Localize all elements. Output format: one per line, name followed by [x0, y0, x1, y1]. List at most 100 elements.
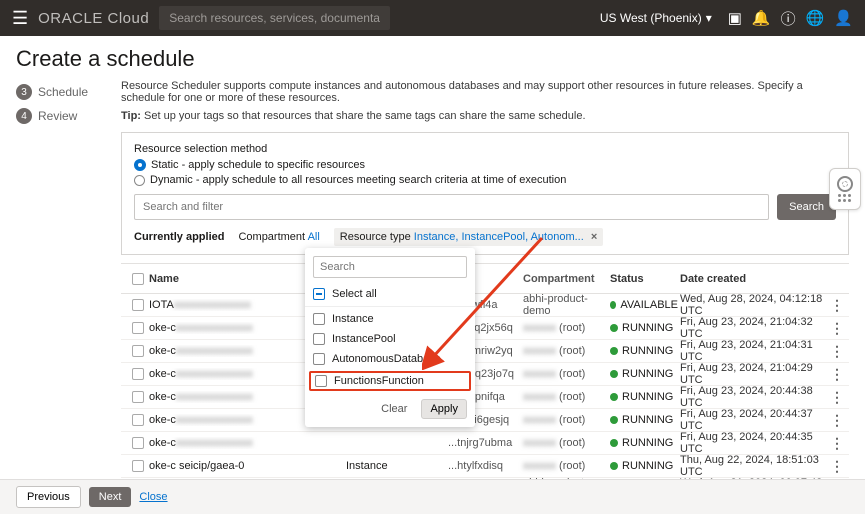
cell-ocid: ...tnjrg7ubma — [448, 437, 521, 449]
checkbox-icon — [315, 375, 327, 387]
row-checkbox[interactable] — [132, 322, 144, 334]
cell-compartment: xxxxxx (root) — [523, 414, 608, 426]
cell-date: Wed, Aug 28, 2024, 04:12:18 UTC — [680, 293, 828, 317]
region-selector[interactable]: US West (Phoenix) ▾ — [600, 11, 712, 25]
profile-icon[interactable]: 👤 — [834, 9, 853, 27]
chips-label: Currently applied — [134, 231, 224, 243]
next-button[interactable]: Next — [89, 487, 132, 507]
select-all-checkbox[interactable] — [132, 273, 144, 285]
previous-button[interactable]: Previous — [16, 486, 81, 508]
intro-text: Resource Scheduler supports compute inst… — [121, 80, 849, 104]
row-checkbox[interactable] — [132, 345, 144, 357]
cell-compartment: xxxxxx (root) — [523, 437, 608, 449]
row-checkbox[interactable] — [132, 414, 144, 426]
cell-name: oke-c seicip/gaea-0 — [149, 460, 344, 472]
option-autonomousdatabase[interactable]: AutonomousDatabase — [305, 349, 475, 369]
radio-icon — [134, 175, 145, 186]
global-header: ☰ ORACLE Cloud US West (Phoenix) ▾ ▣ 🔔 ⓘ… — [0, 0, 865, 36]
chip-resource-type[interactable]: Resource type Instance, InstancePool, Au… — [334, 228, 604, 246]
cell-ocid: ...htylfxdisq — [448, 460, 521, 472]
option-functionsfunction[interactable]: FunctionsFunction — [309, 371, 471, 391]
checkbox-icon — [313, 353, 325, 365]
row-menu-icon[interactable]: ⋮ — [830, 459, 840, 473]
menu-icon[interactable]: ☰ — [12, 8, 28, 29]
page-title: Create a schedule — [0, 36, 865, 80]
filter-input[interactable] — [134, 194, 769, 220]
cell-status: RUNNING — [610, 368, 678, 380]
help-icon[interactable]: ⓘ — [781, 8, 796, 29]
cell-date: Fri, Aug 23, 2024, 21:04:29 UTC — [680, 362, 828, 386]
dropdown-search-input[interactable] — [313, 256, 467, 278]
globe-icon[interactable]: 🌐 — [806, 9, 825, 27]
col-compartment[interactable]: Compartment — [523, 273, 608, 285]
col-date[interactable]: Date created — [680, 273, 828, 285]
cell-compartment: xxxxxx (root) — [523, 368, 608, 380]
table-row[interactable]: oke-c seicip/gaea-0Instance...htylfxdisq… — [121, 455, 849, 478]
radio-dynamic[interactable]: Dynamic - apply schedule to all resource… — [134, 174, 836, 186]
cell-status: RUNNING — [610, 345, 678, 357]
row-menu-icon[interactable]: ⋮ — [830, 344, 840, 358]
tip-text: Tip: Set up your tags so that resources … — [121, 110, 849, 122]
status-dot — [610, 370, 618, 378]
cell-status: RUNNING — [610, 437, 678, 449]
table-row[interactable]: oke-cxxxxxxxxxxxxxx...gk7q23jo7qxxxxxx (… — [121, 363, 849, 386]
cell-compartment: xxxxxx (root) — [523, 322, 608, 334]
cell-compartment: xxxxxx (root) — [523, 460, 608, 472]
checkbox-icon — [313, 288, 325, 300]
row-checkbox[interactable] — [132, 437, 144, 449]
checkbox-icon — [313, 313, 325, 325]
row-menu-icon[interactable]: ⋮ — [830, 436, 840, 450]
support-widget[interactable] — [829, 168, 861, 210]
status-dot — [610, 301, 616, 309]
cell-date: Thu, Aug 22, 2024, 18:51:03 UTC — [680, 454, 828, 478]
row-menu-icon[interactable]: ⋮ — [830, 321, 840, 335]
row-menu-icon[interactable]: ⋮ — [830, 298, 840, 312]
row-menu-icon[interactable]: ⋮ — [830, 413, 840, 427]
radio-static[interactable]: Static - apply schedule to specific reso… — [134, 159, 836, 171]
cell-date: Fri, Aug 23, 2024, 21:04:32 UTC — [680, 316, 828, 340]
devtools-icon[interactable]: ▣ — [728, 9, 742, 27]
table-row[interactable]: oke-cxxxxxxxxxxxxxx...kyoq2jx56qxxxxxx (… — [121, 317, 849, 340]
close-link[interactable]: Close — [139, 491, 167, 503]
table-row[interactable]: oke-cxxxxxxxxxxxxxx...sgzi6gesjqxxxxxx (… — [121, 409, 849, 432]
cell-date: Fri, Aug 23, 2024, 20:44:37 UTC — [680, 408, 828, 432]
table-row[interactable]: oke-cxxxxxxxxxxxxxx...i5qmriw2yqxxxxxx (… — [121, 340, 849, 363]
cell-status: RUNNING — [610, 322, 678, 334]
dropdown-clear-button[interactable]: Clear — [373, 399, 415, 419]
row-checkbox[interactable] — [132, 391, 144, 403]
dropdown-apply-button[interactable]: Apply — [421, 399, 467, 419]
row-checkbox[interactable] — [132, 460, 144, 472]
option-instancepool[interactable]: InstancePool — [305, 329, 475, 349]
notifications-icon[interactable]: 🔔 — [752, 9, 771, 27]
option-select-all[interactable]: Select all — [305, 284, 475, 304]
step-schedule[interactable]: 3Schedule — [16, 84, 121, 100]
cell-name: oke-cxxxxxxxxxxxxxx — [149, 437, 344, 449]
cell-compartment: xxxxxx (root) — [523, 391, 608, 403]
row-menu-icon[interactable]: ⋮ — [830, 390, 840, 404]
global-search-input[interactable] — [159, 6, 390, 30]
status-dot — [610, 439, 618, 447]
cell-type: Instance — [346, 460, 446, 472]
row-menu-icon[interactable]: ⋮ — [830, 367, 840, 381]
status-dot — [610, 416, 618, 424]
selection-panel: Resource selection method Static - apply… — [121, 132, 849, 255]
close-icon[interactable]: × — [591, 231, 597, 243]
row-checkbox[interactable] — [132, 368, 144, 380]
search-button[interactable]: Search — [777, 194, 836, 220]
resource-type-dropdown[interactable]: Select all Instance InstancePool Autonom… — [305, 248, 475, 427]
table-row[interactable]: IOTAxxxxxxxxxxxxxx...vfriwfl4aabhi-produ… — [121, 294, 849, 317]
col-status[interactable]: Status — [610, 273, 678, 285]
row-checkbox[interactable] — [132, 299, 144, 311]
wizard-footer: Previous Next Close — [0, 479, 865, 514]
step-review[interactable]: 4Review — [16, 108, 121, 124]
cell-compartment: abhi-product-demo — [523, 293, 608, 317]
chip-compartment[interactable]: Compartment All — [234, 230, 323, 244]
selection-method-label: Resource selection method — [134, 143, 836, 155]
radio-icon — [134, 159, 146, 171]
table-row[interactable]: oke-cxxxxxxxxxxxxxx...gpltpnifqaxxxxxx (… — [121, 386, 849, 409]
option-instance[interactable]: Instance — [305, 309, 475, 329]
table-row[interactable]: oke-cxxxxxxxxxxxxxx ...tnjrg7ubmaxxxxxx (… — [121, 432, 849, 455]
grid-icon — [838, 194, 852, 203]
cell-date: Fri, Aug 23, 2024, 20:44:35 UTC — [680, 431, 828, 455]
support-icon — [837, 176, 853, 192]
